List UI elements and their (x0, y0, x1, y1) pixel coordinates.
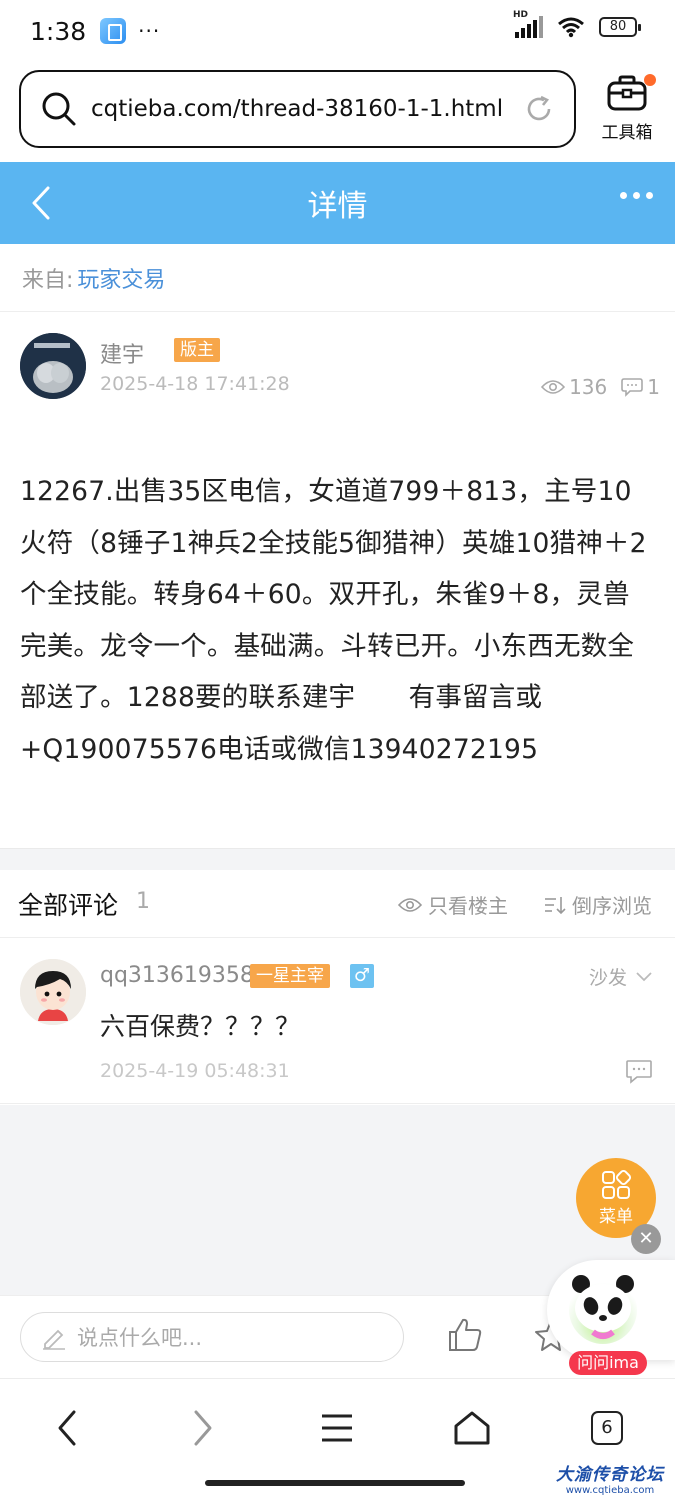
chevron-down-icon (636, 971, 652, 981)
moderator-badge: 版主 (174, 338, 220, 362)
author-name[interactable]: 建宇 (100, 337, 144, 369)
app-notification-icon (100, 18, 127, 44)
toolbox-icon (607, 75, 647, 111)
nav-forward-button[interactable] (178, 1403, 228, 1453)
only-op-filter[interactable]: 只看楼主 (398, 890, 508, 919)
floor-text: 沙发 (588, 967, 627, 989)
commenter-avatar[interactable] (20, 959, 86, 1025)
comment-text: 六百保费？？？？ (100, 1012, 301, 1041)
url-text[interactable]: cqtieba.com/thread-38160-1-1.html (91, 96, 524, 122)
comments-title: 全部评论 (18, 891, 119, 920)
close-icon[interactable]: ✕ (631, 1224, 661, 1254)
hamburger-icon (322, 1414, 352, 1442)
toolbox-button[interactable]: 工具箱 (596, 74, 658, 143)
grid-icon (602, 1169, 631, 1199)
reverse-order-button[interactable]: 倒序浏览 (544, 890, 652, 919)
post-date: 2025-4-18 17:41:28 (100, 373, 290, 395)
reply-placeholder: 说点什么吧... (77, 1326, 203, 1350)
nav-menu-button[interactable] (312, 1403, 362, 1453)
watermark-title: 大渝传奇论坛 (556, 1465, 664, 1485)
comment-item: qq313619358 一星主宰 ♂ 沙发 六百保费？？？？ 2025-4-19… (0, 939, 675, 1104)
notification-dot (644, 74, 656, 86)
toolbox-label: 工具箱 (601, 123, 653, 143)
ima-assistant-card[interactable] (547, 1260, 675, 1360)
status-time: 1:38 (30, 16, 87, 46)
only-op-label: 只看楼主 (428, 894, 508, 918)
breadcrumb: 来自: 玩家交易 (0, 244, 675, 312)
nav-home-button[interactable] (447, 1403, 497, 1453)
refresh-icon[interactable] (524, 94, 554, 124)
eye-icon (398, 897, 422, 912)
site-watermark: 大渝传奇论坛 www.cqtieba.com (548, 1460, 672, 1496)
more-options-icon[interactable] (620, 192, 653, 199)
nav-back-button[interactable] (42, 1403, 92, 1453)
comments-stat: 1 (621, 375, 660, 399)
page-title: 详情 (307, 189, 368, 224)
comments-total: 1 (136, 889, 150, 914)
pencil-icon (43, 1329, 65, 1350)
forward-icon (194, 1410, 212, 1446)
sort-icon (545, 896, 566, 914)
wifi-icon (558, 17, 584, 38)
like-icon[interactable] (446, 1316, 484, 1354)
back-arrow-icon[interactable] (24, 182, 64, 224)
author-avatar[interactable] (20, 333, 86, 399)
eye-icon (541, 380, 566, 394)
status-more-icon: ··· (138, 19, 161, 43)
comments-header: 全部评论 1 只看楼主 倒序浏览 (0, 870, 675, 938)
ima-label[interactable]: 问问ima (569, 1351, 647, 1375)
panda-icon (569, 1275, 637, 1344)
views-count: 136 (569, 375, 608, 399)
page-header: 详情 (0, 162, 675, 244)
comment-icon (621, 378, 644, 397)
views-stat: 136 (541, 375, 607, 399)
comment-date: 2025-4-19 05:48:31 (100, 1060, 290, 1082)
menu-label: 菜单 (599, 1206, 633, 1227)
post-content: 12267.出售35区电信，女道道799＋813，主号10火符（8锤子1神兵2全… (20, 476, 647, 765)
back-icon (58, 1410, 76, 1446)
commenter-name[interactable]: qq313619358 (100, 963, 254, 988)
reply-icon[interactable] (625, 1059, 653, 1085)
floor-label[interactable]: 沙发 (589, 963, 653, 990)
hd-label: HD (513, 10, 529, 20)
address-bar[interactable]: cqtieba.com/thread-38160-1-1.html (19, 70, 576, 148)
search-icon (42, 92, 76, 126)
rank-badge: 一星主宰 (250, 964, 330, 988)
nav-tabs-button[interactable]: 6 (582, 1403, 632, 1453)
post-stats: 136 1 (541, 375, 660, 399)
home-icon (454, 1411, 490, 1445)
section-divider (0, 848, 675, 870)
board-link[interactable]: 玩家交易 (77, 262, 165, 294)
home-indicator[interactable] (205, 1480, 465, 1486)
male-gender-icon: ♂ (350, 964, 374, 988)
battery-icon: 80 (599, 17, 641, 37)
tabs-count: 6 (591, 1411, 623, 1445)
reverse-order-label: 倒序浏览 (572, 894, 652, 918)
reply-input[interactable]: 说点什么吧... (20, 1312, 404, 1362)
comments-count: 1 (647, 375, 660, 399)
cellular-signal-icon: HD (513, 10, 543, 38)
status-bar: 1:38 ··· HD 80 (0, 0, 675, 62)
from-label: 来自: (22, 267, 74, 293)
watermark-url: www.cqtieba.com (565, 1485, 655, 1496)
post-header: 建宇 版主 2025-4-18 17:41:28 136 1 (20, 333, 660, 403)
